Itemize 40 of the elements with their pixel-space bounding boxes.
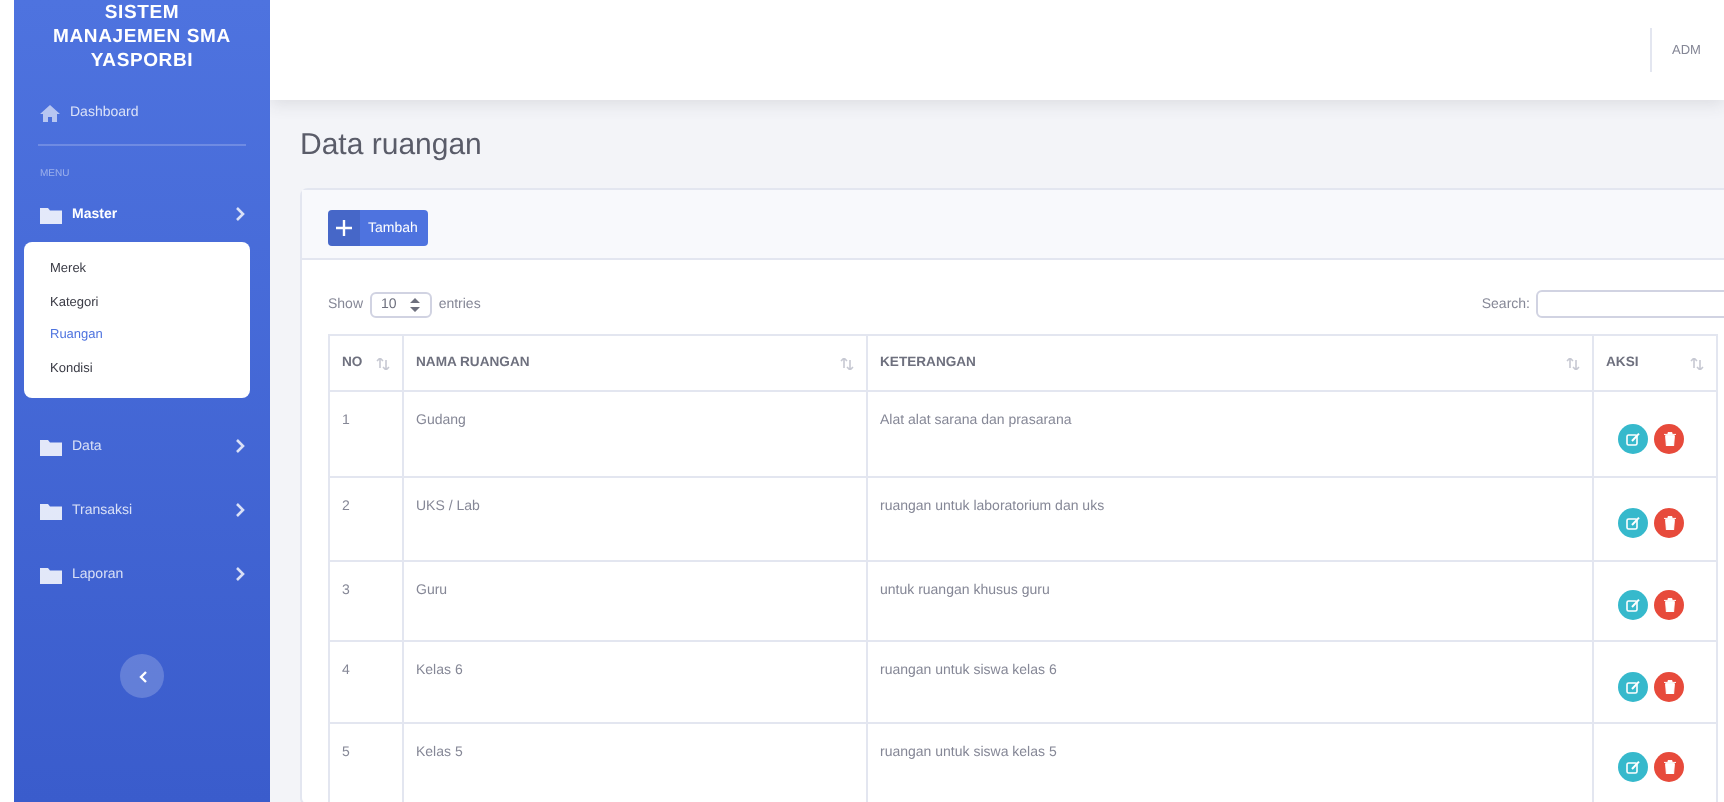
folder-icon xyxy=(40,501,62,519)
trash-icon xyxy=(1663,431,1675,445)
edit-button[interactable] xyxy=(1618,671,1648,701)
delete-button[interactable] xyxy=(1654,590,1684,620)
delete-button[interactable] xyxy=(1654,671,1684,701)
sidebar-toggle-button[interactable] xyxy=(120,654,164,698)
trash-icon xyxy=(1663,760,1675,774)
page-title: Data ruangan xyxy=(300,128,484,162)
edit-icon xyxy=(1626,516,1640,530)
chevron-left-icon xyxy=(137,669,147,683)
home-icon xyxy=(40,103,60,121)
delete-button[interactable] xyxy=(1654,508,1684,538)
edit-button[interactable] xyxy=(1618,508,1648,538)
folder-icon xyxy=(40,437,62,455)
chevron-right-icon xyxy=(234,438,246,454)
chevron-right-icon xyxy=(234,566,246,582)
brand-title: SISTEM MANAJEMEN SMA YASPORBI xyxy=(51,2,233,74)
delete-button[interactable] xyxy=(1654,423,1684,453)
edit-icon xyxy=(1626,431,1640,445)
folder-icon xyxy=(40,205,62,223)
trash-icon xyxy=(1663,679,1675,693)
trash-icon xyxy=(1663,516,1675,530)
sort-icon xyxy=(1690,357,1704,369)
search-field[interactable] xyxy=(1536,290,1724,318)
edit-button[interactable] xyxy=(1618,590,1648,620)
sort-icon xyxy=(840,357,854,369)
edit-button[interactable] xyxy=(1618,752,1648,782)
chevron-right-icon xyxy=(234,502,246,518)
sort-caret-icon xyxy=(410,297,421,311)
folder-icon xyxy=(40,565,62,583)
edit-icon xyxy=(1626,598,1640,612)
edit-icon xyxy=(1626,679,1640,693)
edit-button[interactable] xyxy=(1618,423,1648,453)
sort-icon xyxy=(1566,357,1580,369)
sort-icon xyxy=(376,357,390,369)
plus-icon xyxy=(336,220,352,236)
delete-button[interactable] xyxy=(1654,752,1684,782)
edit-icon xyxy=(1626,760,1640,774)
trash-icon xyxy=(1663,598,1675,612)
chevron-right-icon xyxy=(234,206,246,222)
